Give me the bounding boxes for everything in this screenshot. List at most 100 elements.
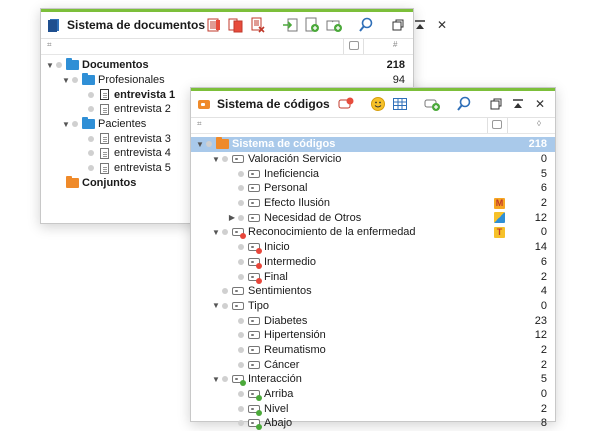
tree-row-count: 5 [540, 167, 547, 180]
code-red-icon [247, 271, 262, 284]
tree-row-count: 0 [540, 388, 547, 401]
tree-row-count: 218 [528, 138, 547, 151]
tree-row-final[interactable]: Final 2 [191, 269, 555, 284]
tree-row-label: Valoración Servicio [248, 153, 342, 166]
close-glyph: ✕ [534, 97, 546, 111]
tree-row-tipo[interactable]: ▼ Tipo 0 [191, 299, 555, 314]
tree-row-count: 6 [540, 182, 547, 195]
status-dot [238, 258, 244, 265]
retrieve-documents-icon[interactable] [205, 16, 223, 34]
document-toolbar: ✕ [205, 16, 451, 34]
tree-row-label: Tipo [248, 299, 269, 312]
expand-toggle-icon[interactable]: ▼ [211, 375, 221, 384]
collapse-toggle-icon[interactable]: ▶ [227, 213, 237, 222]
status-dot [238, 420, 244, 427]
code-green-icon [231, 373, 246, 387]
tree-row-profesionales[interactable]: ▼ Profesionales 94 [41, 73, 413, 88]
tree-row-valoracion-servicio[interactable]: ▼ Valoración Servicio 0 [191, 152, 555, 167]
code-red-icon [247, 256, 262, 269]
document-system-icon [48, 19, 59, 32]
tree-row-count: 12 [534, 211, 547, 224]
tree-row-intermedio[interactable]: Intermedio 6 [191, 255, 555, 270]
code-icon [247, 315, 261, 327]
tree-row-documents[interactable]: ▼ Documentos 218 [41, 58, 413, 73]
tree-row-interaccion[interactable]: ▼ Interacción 5 [191, 372, 555, 387]
tree-row-personal[interactable]: Personal 6 [191, 181, 555, 196]
code-icon [247, 359, 261, 371]
collapse-up-icon[interactable] [411, 16, 429, 34]
tree-row-reconocimiento[interactable]: ▼ Reconocimiento de la enfermedad T 0 [191, 225, 555, 240]
close-glyph: ✕ [437, 18, 448, 32]
tree-row-count: 94 [392, 74, 405, 87]
tree-row-label: Nivel [264, 402, 289, 415]
tree-row-label: entrevista 5 [114, 162, 171, 175]
expand-toggle-icon[interactable]: ▼ [211, 228, 221, 237]
tree-row-nivel[interactable]: Nivel 2 [191, 401, 555, 416]
memo-t-icon[interactable]: T [494, 227, 505, 239]
status-dot [222, 156, 228, 163]
expand-toggle-icon[interactable]: ▼ [45, 61, 55, 70]
expand-toggle-icon[interactable]: ▼ [61, 120, 71, 129]
folder-icon [81, 117, 95, 130]
collapse-up-icon[interactable] [509, 95, 527, 113]
code-icon [247, 212, 261, 224]
emoticode-icon[interactable] [369, 95, 387, 113]
tree-row-sentimientos[interactable]: Sentimientos 4 [191, 284, 555, 299]
code-green-icon [247, 388, 262, 402]
code-matrix-icon[interactable] [391, 95, 409, 113]
status-dot [222, 376, 228, 383]
tree-row-label: Final [264, 270, 288, 283]
document-system-titlebar: Sistema de documentos ✕ [41, 12, 447, 39]
import-document-icon[interactable] [281, 16, 299, 34]
count-column-glyph: ◊ [537, 119, 541, 128]
status-dot [238, 200, 244, 207]
tree-row-label: Interacción [248, 373, 302, 386]
status-dot [238, 244, 244, 251]
memo-icon[interactable] [494, 212, 505, 224]
new-code-icon[interactable] [423, 95, 441, 113]
new-document-group-icon[interactable] [325, 16, 343, 34]
expand-toggle-icon[interactable]: ▼ [195, 140, 205, 149]
status-dot [72, 121, 78, 128]
tree-row-hipertension[interactable]: Hipertensión 12 [191, 328, 555, 343]
tree-row-necesidad-de-otros[interactable]: ▶ Necesidad de Otros 12 [191, 210, 555, 225]
window-title: Sistema de códigos [217, 97, 330, 111]
tree-row-diabetes[interactable]: Diabetes 23 [191, 313, 555, 328]
code-system-root-icon [215, 137, 229, 150]
delete-document-icon[interactable] [249, 16, 267, 34]
tree-row-abajo[interactable]: Abajo 8 [191, 416, 555, 431]
code-favorites-icon[interactable] [337, 95, 355, 113]
tree-row-count: 8 [540, 417, 547, 430]
tree-row-efecto-ilusion[interactable]: Efecto Ilusión M 2 [191, 196, 555, 211]
copy-documents-icon[interactable] [227, 16, 245, 34]
tree-row-code-system[interactable]: ▼ Sistema de códigos 218 [191, 137, 555, 152]
memo-column-icon [349, 41, 359, 50]
close-icon[interactable]: ✕ [433, 16, 451, 34]
code-tree: ▼ Sistema de códigos 218 ▼ Valoración Se… [191, 134, 555, 431]
tree-row-arriba[interactable]: Arriba 0 [191, 387, 555, 402]
tree-row-label: Abajo [264, 417, 293, 430]
tree-row-count: 12 [534, 329, 547, 342]
expand-toggle-icon[interactable]: ▼ [211, 155, 221, 164]
new-document-icon[interactable] [303, 16, 321, 34]
tree-row-ineficiencia[interactable]: Ineficiencia 5 [191, 166, 555, 181]
tree-row-cancer[interactable]: Cáncer 2 [191, 357, 555, 372]
status-dot [238, 317, 244, 324]
code-icon [247, 197, 261, 209]
tree-row-reumatismo[interactable]: Reumatismo 2 [191, 343, 555, 358]
tree-row-inicio[interactable]: Inicio 14 [191, 240, 555, 255]
restore-icon[interactable] [487, 95, 505, 113]
close-icon[interactable]: ✕ [531, 95, 549, 113]
tree-row-label: Cáncer [264, 358, 300, 371]
search-icon[interactable] [357, 16, 375, 34]
expand-toggle-icon[interactable]: ▼ [61, 76, 71, 85]
memo-m-icon[interactable]: M [494, 197, 505, 209]
code-red-icon [247, 241, 262, 255]
column-header: ⌗ ◊ [191, 118, 555, 134]
search-icon[interactable] [455, 95, 473, 113]
tree-row-count: 0 [540, 226, 547, 239]
restore-icon[interactable] [389, 16, 407, 34]
status-dot [238, 214, 244, 221]
expand-toggle-icon[interactable]: ▼ [211, 301, 221, 310]
tree-row-count: 0 [540, 299, 547, 312]
